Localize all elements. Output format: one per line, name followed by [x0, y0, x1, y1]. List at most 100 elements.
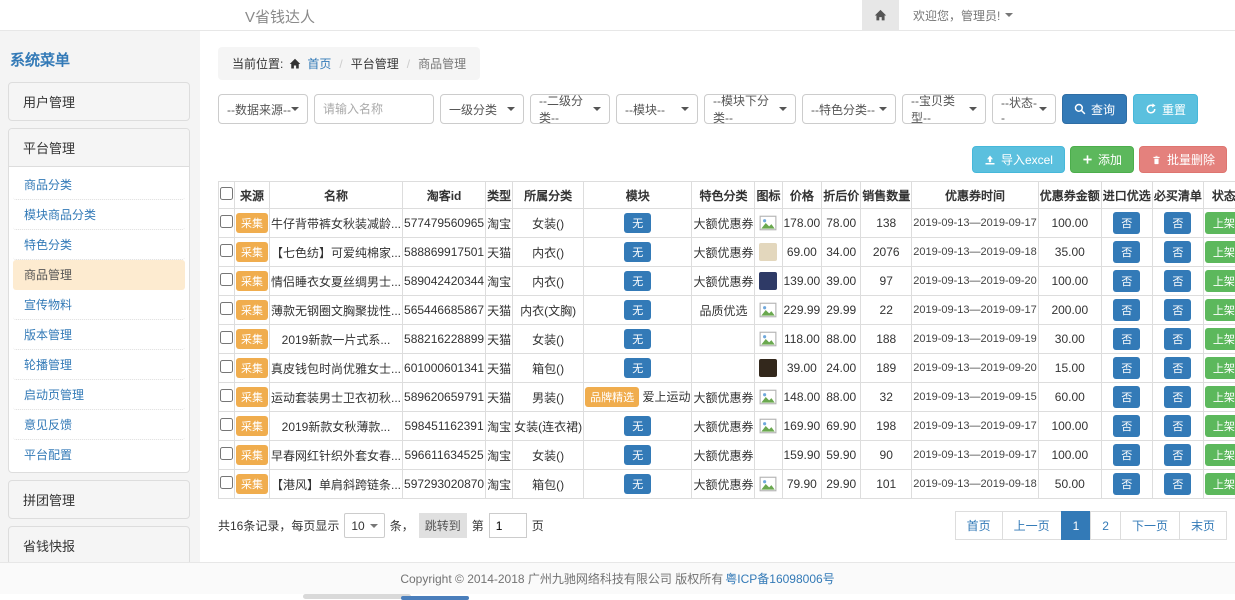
row-checkbox[interactable] — [220, 476, 233, 489]
sidebar-subitem[interactable]: 启动页管理 — [13, 380, 185, 410]
import-select-toggle[interactable]: 否 — [1113, 444, 1140, 466]
status-button[interactable]: 上架 — [1205, 299, 1235, 321]
must-buy-toggle[interactable]: 否 — [1164, 212, 1191, 234]
page-2[interactable]: 2 — [1090, 511, 1121, 540]
breadcrumb-current: 商品管理 — [418, 55, 466, 72]
table-cell: 229.99 — [782, 296, 822, 325]
filter-select-3[interactable]: --模块下分类-- — [704, 94, 796, 124]
chevron-down-icon — [1039, 107, 1047, 111]
status-button[interactable]: 上架 — [1205, 270, 1235, 292]
must-buy-toggle[interactable]: 否 — [1164, 473, 1191, 495]
user-menu[interactable]: 欢迎您，管理员! — [913, 7, 1013, 24]
search-button[interactable]: 查询 — [1062, 94, 1127, 124]
import-select-toggle[interactable]: 否 — [1113, 299, 1140, 321]
row-checkbox[interactable] — [220, 215, 233, 228]
sidebar-subitem[interactable]: 特色分类 — [13, 230, 185, 260]
table-cell: 588869917501 — [403, 238, 486, 267]
row-checkbox[interactable] — [220, 244, 233, 257]
filter-select-5[interactable]: --宝贝类型-- — [902, 94, 986, 124]
must-buy-toggle[interactable]: 否 — [1164, 357, 1191, 379]
import-select-toggle[interactable]: 否 — [1113, 241, 1140, 263]
import-select-toggle[interactable]: 否 — [1113, 415, 1140, 437]
sidebar-subitem[interactable]: 商品分类 — [13, 170, 185, 200]
table-cell: 采集 — [235, 238, 270, 267]
add-button[interactable]: 添加 — [1070, 146, 1134, 173]
table-cell: 上架 — [1203, 441, 1235, 470]
name-search-input[interactable] — [314, 94, 434, 124]
row-checkbox[interactable] — [220, 273, 233, 286]
table-cell: 否 — [1101, 296, 1152, 325]
must-buy-toggle[interactable]: 否 — [1164, 299, 1191, 321]
per-page-select[interactable]: 10 — [344, 513, 384, 538]
sidebar-subitem[interactable]: 商品管理 — [13, 260, 185, 290]
sidebar-subitem[interactable]: 模块商品分类 — [13, 200, 185, 230]
status-button[interactable]: 上架 — [1205, 444, 1235, 466]
must-buy-toggle[interactable]: 否 — [1164, 386, 1191, 408]
table-cell: 35.00 — [1038, 238, 1101, 267]
table-cell: 上架 — [1203, 238, 1235, 267]
page-prev[interactable]: 上一页 — [1002, 511, 1062, 540]
batch-delete-button[interactable]: 批量删除 — [1139, 146, 1227, 173]
must-buy-toggle[interactable]: 否 — [1164, 415, 1191, 437]
reset-button[interactable]: 重置 — [1133, 94, 1198, 124]
row-checkbox[interactable] — [220, 302, 233, 315]
sidebar-subitem[interactable]: 轮播管理 — [13, 350, 185, 380]
sidebar-subitem[interactable]: 版本管理 — [13, 320, 185, 350]
must-buy-toggle[interactable]: 否 — [1164, 444, 1191, 466]
filter-select-4[interactable]: --特色分类-- — [802, 94, 896, 124]
sidebar-subitem[interactable]: 平台配置 — [13, 440, 185, 469]
sidebar-subitem[interactable]: 宣传物料 — [13, 290, 185, 320]
table-cell: 否 — [1101, 238, 1152, 267]
must-buy-toggle[interactable]: 否 — [1164, 328, 1191, 350]
jump-page-input[interactable] — [489, 513, 527, 538]
table-cell: 589042420344 — [403, 267, 486, 296]
page-first[interactable]: 首页 — [955, 511, 1003, 540]
filter-select-0[interactable]: 一级分类 — [440, 94, 524, 124]
import-select-toggle[interactable]: 否 — [1113, 328, 1140, 350]
filter-select-2[interactable]: --模块-- — [616, 94, 698, 124]
icp-link[interactable]: 粤ICP备16098006号 — [725, 570, 834, 587]
sidebar-item-accordion[interactable]: 省钱快报 — [8, 526, 190, 562]
scrollbar-thumb[interactable] — [303, 594, 411, 599]
filter-select-6[interactable]: --状态-- — [992, 94, 1056, 124]
table-cell: 100.00 — [1038, 209, 1101, 238]
page-1[interactable]: 1 — [1061, 511, 1092, 540]
page-last[interactable]: 末页 — [1179, 511, 1227, 540]
status-button[interactable]: 上架 — [1205, 328, 1235, 350]
sidebar-item-accordion[interactable]: 用户管理 — [8, 82, 190, 121]
status-button[interactable]: 上架 — [1205, 415, 1235, 437]
table-row: 采集2019新款一片式系...588216228899天猫女装()无118.00… — [219, 325, 1235, 354]
import-select-toggle[interactable]: 否 — [1113, 270, 1140, 292]
select-all-checkbox[interactable] — [220, 187, 233, 200]
row-checkbox[interactable] — [220, 447, 233, 460]
table-header: 状态 — [1203, 182, 1235, 209]
page-next[interactable]: 下一页 — [1120, 511, 1180, 540]
filter-select-1[interactable]: --二级分类-- — [530, 94, 610, 124]
table-cell: 101 — [861, 470, 912, 499]
filter-select-source[interactable]: --数据来源-- — [218, 94, 308, 124]
table-cell: 60.00 — [1038, 383, 1101, 412]
row-checkbox[interactable] — [220, 389, 233, 402]
import-select-toggle[interactable]: 否 — [1113, 473, 1140, 495]
row-checkbox[interactable] — [220, 418, 233, 431]
sidebar-subitem[interactable]: 意见反馈 — [13, 410, 185, 440]
status-button[interactable]: 上架 — [1205, 357, 1235, 379]
status-button[interactable]: 上架 — [1205, 386, 1235, 408]
status-button[interactable]: 上架 — [1205, 241, 1235, 263]
sidebar-item-accordion[interactable]: 拼团管理 — [8, 480, 190, 519]
row-checkbox[interactable] — [220, 360, 233, 373]
home-icon — [289, 58, 301, 70]
row-checkbox[interactable] — [220, 331, 233, 344]
import-select-toggle[interactable]: 否 — [1113, 212, 1140, 234]
jump-button[interactable]: 跳转到 — [419, 513, 467, 538]
must-buy-toggle[interactable]: 否 — [1164, 270, 1191, 292]
must-buy-toggle[interactable]: 否 — [1164, 241, 1191, 263]
status-button[interactable]: 上架 — [1205, 473, 1235, 495]
breadcrumb-home-link[interactable]: 首页 — [307, 55, 331, 72]
import-select-toggle[interactable]: 否 — [1113, 386, 1140, 408]
sidebar-item-accordion[interactable]: 平台管理 — [9, 129, 189, 167]
status-button[interactable]: 上架 — [1205, 212, 1235, 234]
import-excel-button[interactable]: 导入excel — [972, 146, 1065, 173]
import-select-toggle[interactable]: 否 — [1113, 357, 1140, 379]
home-button[interactable] — [862, 0, 899, 30]
